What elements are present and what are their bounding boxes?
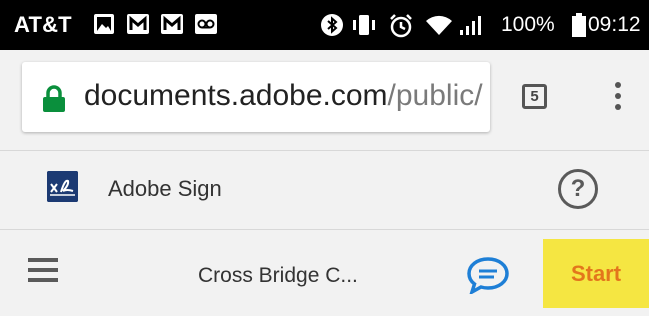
app-header: Adobe Sign ? [0, 150, 649, 230]
carrier-label: AT&T [14, 12, 72, 37]
document-toolbar: Cross Bridge C... Start [0, 230, 649, 316]
document-title: Cross Bridge C... [198, 264, 358, 287]
help-icon[interactable]: ? [558, 169, 598, 209]
url-path: /public/ [387, 79, 483, 112]
gmail-icon [161, 14, 183, 34]
gmail-icon [127, 14, 149, 34]
wifi-icon [426, 15, 452, 35]
clock: 09:12 [588, 13, 641, 36]
lock-icon [43, 85, 65, 112]
battery-percentage: 100% [501, 13, 555, 36]
url-host: documents.adobe.com [84, 79, 388, 112]
gallery-icon [94, 14, 114, 34]
bluetooth-icon [321, 14, 343, 36]
tab-switcher-button[interactable]: 5 [522, 84, 547, 109]
status-bar: AT&T 100% 09:12 [0, 0, 649, 50]
browser-toolbar: documents.adobe.com/public/ 5 [0, 50, 649, 150]
adobe-sign-logo [47, 171, 78, 202]
more-options-icon[interactable] [610, 82, 626, 114]
alarm-icon [390, 14, 412, 38]
start-button[interactable]: Start [543, 239, 649, 308]
signal-icon [460, 16, 481, 35]
voicemail-icon [195, 14, 217, 34]
brand-name: Adobe Sign [108, 176, 222, 201]
url-text[interactable]: documents.adobe.com/public/ [84, 79, 483, 113]
battery-icon [572, 13, 586, 37]
address-bar[interactable]: documents.adobe.com/public/ [22, 62, 490, 132]
menu-icon[interactable] [28, 258, 58, 282]
chat-icon[interactable] [466, 256, 510, 294]
vibrate-icon [353, 15, 375, 35]
